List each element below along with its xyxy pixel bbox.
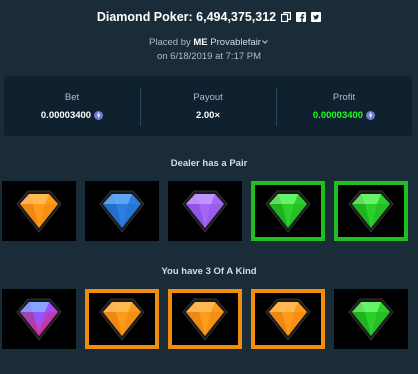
twitter-icon[interactable] bbox=[311, 12, 322, 22]
multicolor-gem-icon bbox=[16, 298, 62, 341]
dealer-gem-tile bbox=[85, 181, 159, 241]
bet-date: on 6/18/2019 at 7:17 PM bbox=[156, 51, 262, 62]
user-prefix: ME bbox=[193, 37, 208, 48]
green-gem-icon bbox=[265, 190, 311, 233]
player-gem-tile bbox=[251, 289, 325, 349]
profit-value: 0.00003400 bbox=[312, 109, 364, 121]
dealer-gem-tile bbox=[251, 181, 325, 241]
blue-gem-icon bbox=[99, 190, 145, 233]
purple-gem-icon bbox=[182, 190, 228, 233]
green-gem-icon bbox=[348, 298, 394, 341]
dealer-hand-title: Dealer has a Pair bbox=[170, 158, 248, 169]
copy-icon[interactable] bbox=[281, 12, 292, 22]
orange-gem-icon bbox=[265, 298, 311, 341]
chevron-down-icon[interactable] bbox=[261, 38, 269, 46]
orange-gem-icon bbox=[99, 298, 145, 341]
bet-value-row: 0.00003400 bbox=[40, 109, 104, 121]
dealer-gem-tile bbox=[334, 181, 408, 241]
header: Diamond Poker: 6,494,375,312 bbox=[0, 8, 418, 26]
profit-value-row: 0.00003400 bbox=[312, 109, 376, 121]
stats-panel: Bet 0.00003400 Payout 2.00× Profit 0.000… bbox=[4, 76, 412, 136]
player-gem-tile bbox=[85, 289, 159, 349]
payout-stat: Payout 2.00× bbox=[140, 87, 276, 126]
profit-label: Profit bbox=[332, 91, 356, 103]
placed-by-label: Placed by bbox=[149, 37, 191, 48]
orange-gem-icon bbox=[16, 190, 62, 233]
dealer-gem-tile bbox=[2, 181, 76, 241]
player-gem-tile bbox=[168, 289, 242, 349]
username-link[interactable]: Provablefair bbox=[210, 37, 261, 48]
player-gem-tile bbox=[334, 289, 408, 349]
bet-value: 0.00003400 bbox=[40, 109, 92, 121]
bet-stat: Bet 0.00003400 bbox=[4, 92, 140, 121]
dealer-gem-tile bbox=[168, 181, 242, 241]
bet-label: Bet bbox=[64, 91, 80, 103]
player-hand-title: You have 3 Of A Kind bbox=[161, 266, 257, 277]
payout-value: 2.00× bbox=[195, 109, 221, 121]
player-gem-tile bbox=[2, 289, 76, 349]
game-title: Diamond Poker: 6,494,375,312 bbox=[96, 10, 277, 24]
green-gem-icon bbox=[348, 190, 394, 233]
eth-icon bbox=[366, 110, 376, 120]
facebook-icon[interactable] bbox=[296, 12, 307, 22]
profit-stat: Profit 0.00003400 bbox=[276, 87, 412, 126]
placed-by-line: Placed by ME Provablefair bbox=[0, 37, 418, 48]
eth-icon bbox=[94, 110, 104, 120]
payout-label: Payout bbox=[193, 91, 223, 103]
orange-gem-icon bbox=[182, 298, 228, 341]
